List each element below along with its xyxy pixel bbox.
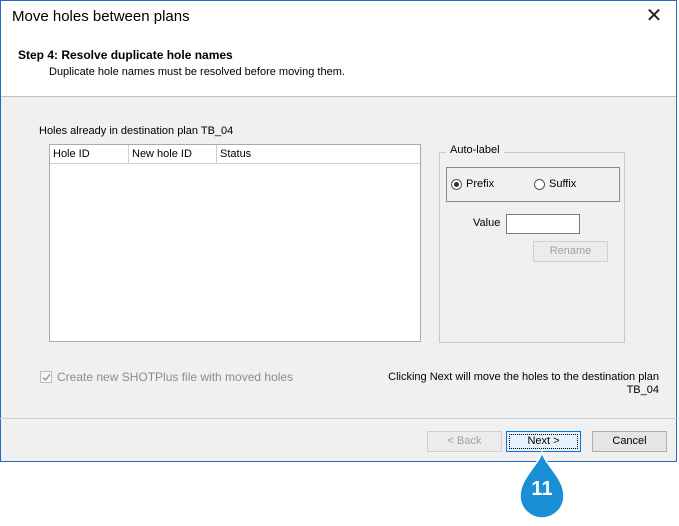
step-subtitle: Duplicate hole names must be resolved be… (49, 66, 345, 78)
close-icon[interactable]: ✕ (642, 4, 666, 28)
prefix-label: Prefix (466, 178, 495, 190)
holes-list[interactable]: Hole ID New hole ID Status (49, 144, 421, 342)
back-button[interactable]: < Back (427, 431, 502, 452)
suffix-label: Suffix (549, 178, 577, 190)
window-title: Move holes between plans (12, 8, 190, 25)
next-note: Clicking Next will move the holes to the… (388, 371, 659, 396)
value-input[interactable] (506, 214, 580, 234)
step-title: Step 4: Resolve duplicate hole names (18, 48, 233, 62)
column-new-hole-id[interactable]: New hole ID (129, 145, 217, 163)
step-header: Step 4: Resolve duplicate hole names Dup… (1, 32, 676, 97)
create-file-label: Create new SHOTPlus file with moved hole… (57, 370, 294, 384)
title-bar: Move holes between plans ✕ (1, 1, 676, 32)
focus-ring (509, 434, 578, 449)
checkbox-checked-icon (40, 371, 52, 383)
callout-number: 11 (531, 478, 553, 500)
autolabel-title: Auto-label (446, 144, 504, 156)
list-caption: Holes already in destination plan TB_04 (39, 125, 234, 137)
rename-button[interactable]: Rename (533, 241, 608, 262)
next-button[interactable]: Next > (506, 431, 581, 452)
cancel-button[interactable]: Cancel (592, 431, 667, 452)
radio-selected-icon (451, 178, 462, 190)
list-header: Hole ID New hole ID Status (50, 145, 420, 164)
create-file-checkbox[interactable]: Create new SHOTPlus file with moved hole… (40, 370, 293, 384)
column-hole-id[interactable]: Hole ID (50, 145, 129, 163)
prefix-radio[interactable]: Prefix (451, 178, 494, 190)
footer-separator (0, 418, 679, 419)
column-status[interactable]: Status (217, 145, 420, 163)
radio-unselected-icon (534, 178, 545, 190)
suffix-radio[interactable]: Suffix (534, 178, 576, 190)
value-label: Value (473, 217, 501, 229)
